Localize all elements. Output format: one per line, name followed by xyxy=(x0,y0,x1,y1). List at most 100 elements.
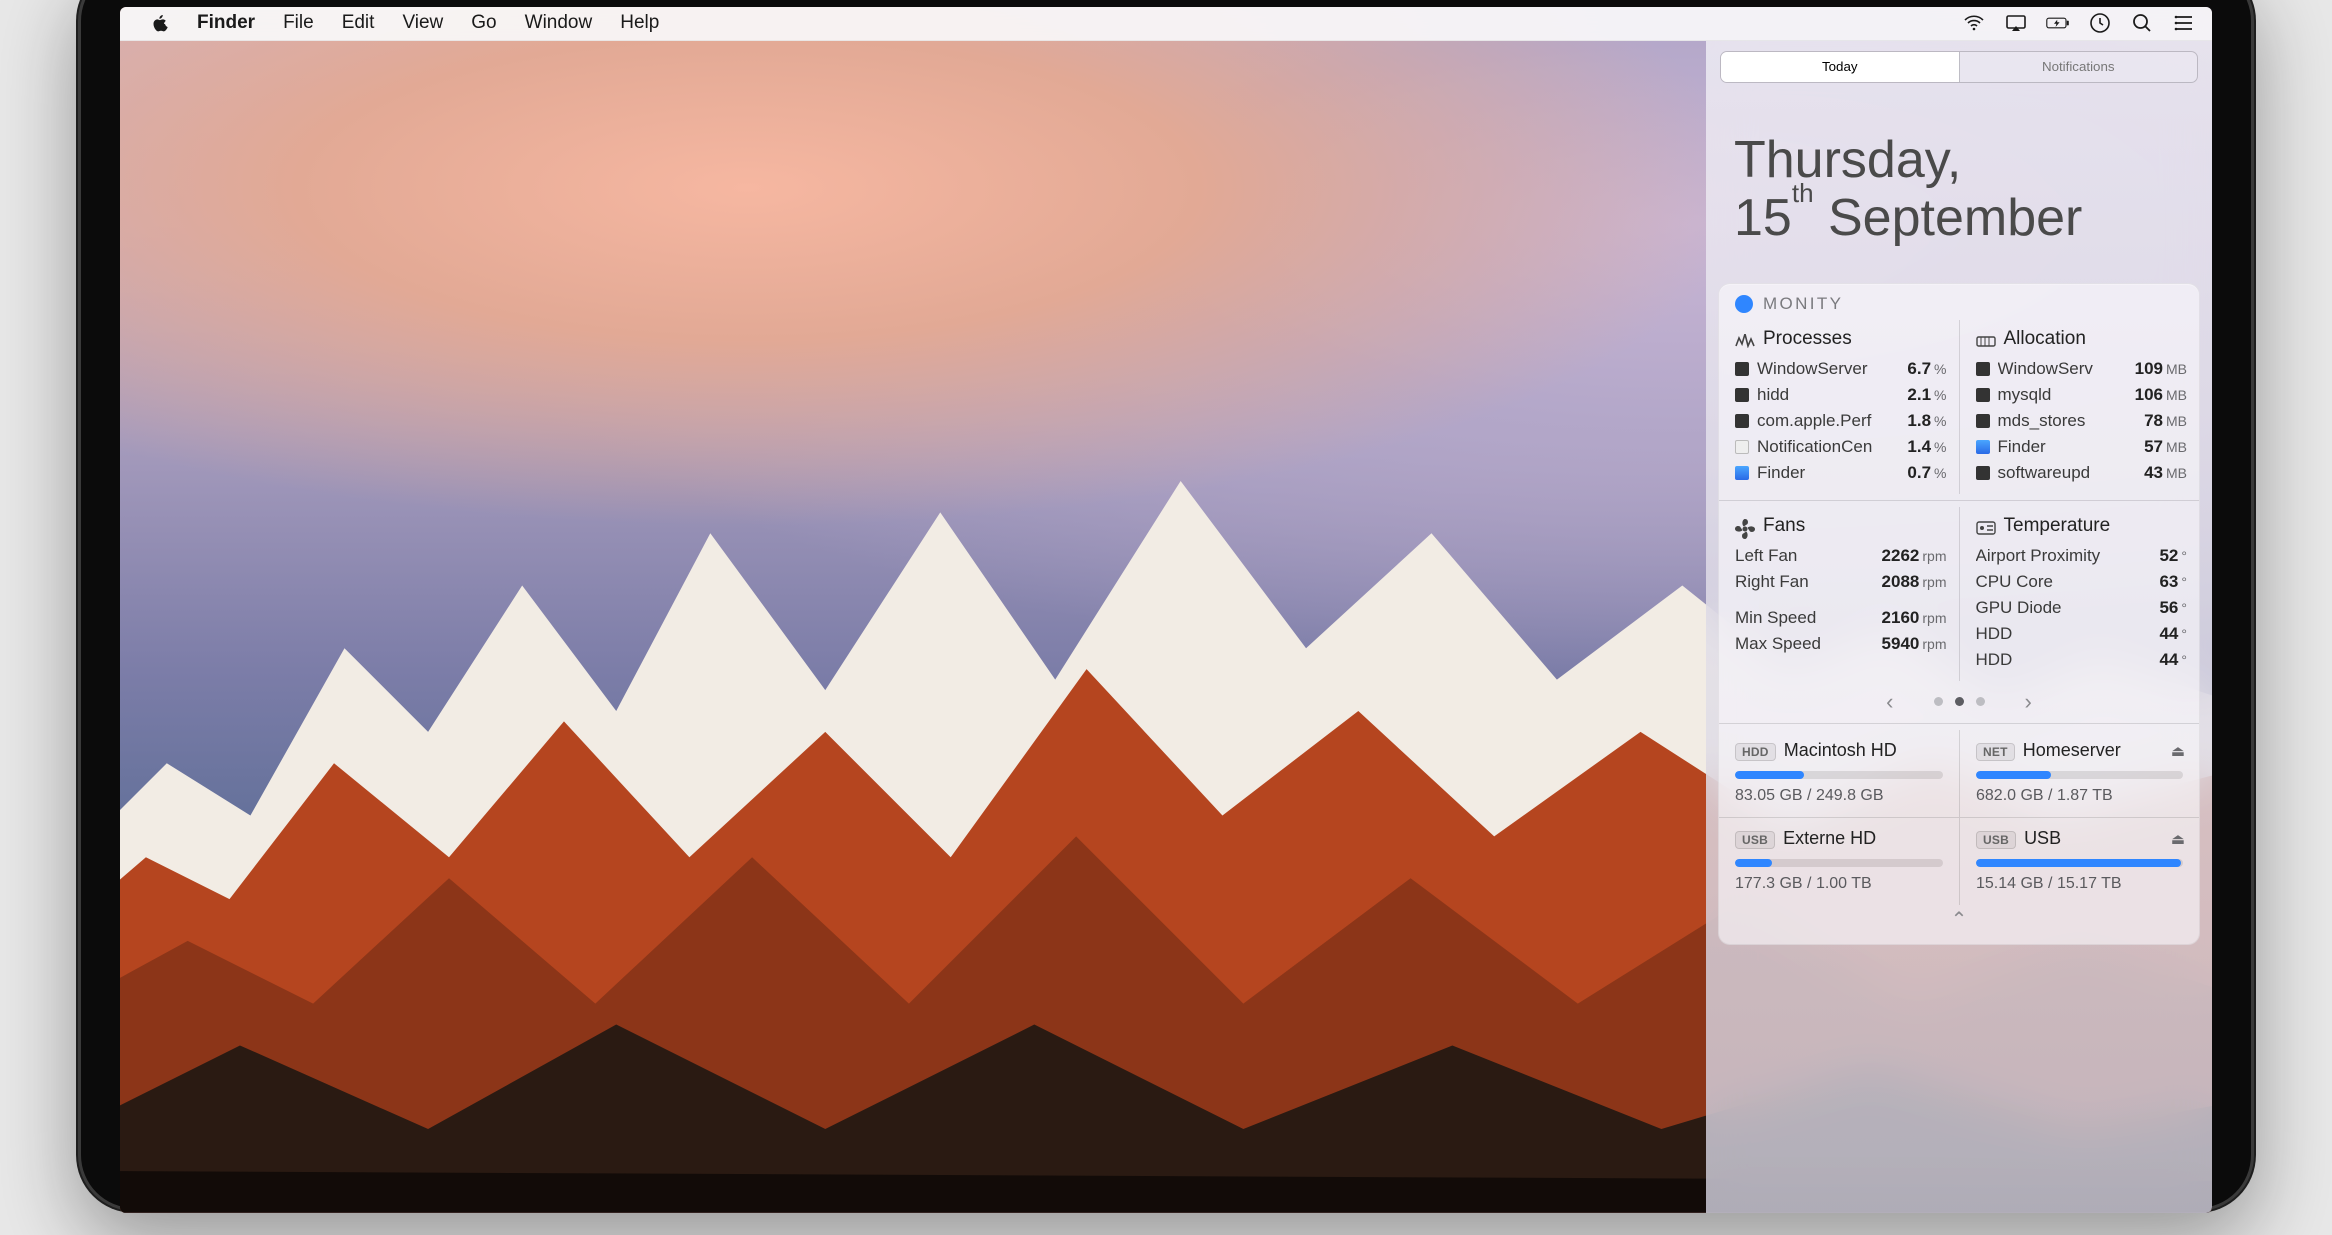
row-unit: ° xyxy=(2181,621,2187,647)
disk-size-label: 682.0 GB / 1.87 TB xyxy=(1976,787,2183,805)
processes-column: Processes WindowServer6.7%hidd2.1%com.ap… xyxy=(1719,320,1959,494)
disk-usage-bar xyxy=(1976,859,2183,867)
apple-menu-icon[interactable] xyxy=(136,14,183,33)
disk-size-label: 177.3 GB / 1.00 TB xyxy=(1735,875,1943,893)
row-value: 44 xyxy=(2159,621,2178,647)
nc-tab-today[interactable]: Today xyxy=(1721,52,1959,82)
fan-icon xyxy=(1735,519,1755,533)
wifi-icon[interactable] xyxy=(1962,11,1986,35)
disk-size-label: 15.14 GB / 15.17 TB xyxy=(1976,875,2183,893)
row-label: HDD xyxy=(1976,621,2120,647)
disk-usage-bar xyxy=(1735,859,1943,867)
allocation-row: mds_stores78MB xyxy=(1976,408,2188,434)
clock-icon[interactable] xyxy=(2088,11,2112,35)
row-unit: % xyxy=(1934,408,1946,434)
menubar-item-window[interactable]: Window xyxy=(511,12,607,33)
monity-widget: MONITY Processes WindowServer6. xyxy=(1718,283,2200,945)
spotlight-icon[interactable] xyxy=(2130,11,2154,35)
allocation-row: softwareupd 43MB xyxy=(1976,460,2188,486)
desktop: Finder FileEditViewGoWindowHelp xyxy=(120,7,2212,1213)
pager-dot[interactable] xyxy=(1976,697,1985,706)
row-label: Finder xyxy=(1757,460,1879,486)
airplay-icon[interactable] xyxy=(2004,11,2028,35)
disk-cell: NETHomeserver⏏682.0 GB / 1.87 TB xyxy=(1959,730,2199,817)
row-value: 106 xyxy=(2135,382,2163,408)
allocation-row: Finder57MB xyxy=(1976,434,2188,460)
disk-usage-bar xyxy=(1976,771,2183,779)
menubar-item-view[interactable]: View xyxy=(388,12,457,33)
process-row: NotificationCen1.4% xyxy=(1735,434,1947,460)
pager-dot[interactable] xyxy=(1934,697,1943,706)
eject-icon[interactable]: ⏏ xyxy=(2171,742,2185,760)
disk-name: Externe HD xyxy=(1783,828,1876,848)
row-label: softwareupd xyxy=(1998,460,2120,486)
process-row: hidd2.1% xyxy=(1735,382,1947,408)
pager-prev-button[interactable]: ‹ xyxy=(1886,689,1893,715)
eject-icon[interactable]: ⏏ xyxy=(2171,830,2185,848)
fan-row: Left Fan2262rpm xyxy=(1735,543,1947,569)
row-label: Min Speed xyxy=(1735,605,1876,631)
disk-cell: USBUSB⏏15.14 GB / 15.17 TB xyxy=(1959,817,2199,905)
disk-usage-bar xyxy=(1735,771,1943,779)
row-unit: % xyxy=(1934,434,1946,460)
row-unit: MB xyxy=(2166,382,2187,408)
menubar-item-file[interactable]: File xyxy=(269,12,328,33)
temperature-icon xyxy=(1976,519,1996,533)
row-unit: rpm xyxy=(1922,631,1946,657)
disk-cell: USBExterne HD177.3 GB / 1.00 TB xyxy=(1719,817,1959,905)
widget-pager: ‹ › xyxy=(1719,681,2199,717)
row-unit: MB xyxy=(2166,460,2187,486)
row-value: 57 xyxy=(2144,434,2163,460)
row-label: Airport Proximity xyxy=(1976,543,2120,569)
disk-cell: HDDMacintosh HD83.05 GB / 249.8 GB xyxy=(1719,730,1959,817)
fan-stat-row: Min Speed2160rpm xyxy=(1735,605,1947,631)
temperature-column: Temperature Airport Proximity52°CPU Core… xyxy=(1959,507,2200,681)
pager-next-button[interactable]: › xyxy=(2025,689,2032,715)
row-value: 5940 xyxy=(1882,631,1920,657)
app-swatch-icon xyxy=(1735,440,1749,454)
row-label: hidd xyxy=(1757,382,1879,408)
row-value: 52 xyxy=(2159,543,2178,569)
menubar-item-edit[interactable]: Edit xyxy=(328,12,389,33)
row-unit: rpm xyxy=(1922,605,1946,631)
disk-expander-icon[interactable]: ⌃ xyxy=(1719,905,2199,938)
process-row: com.apple.Perf1.8% xyxy=(1735,408,1947,434)
app-swatch-icon xyxy=(1976,362,1990,376)
row-value: 43 xyxy=(2144,460,2163,486)
menubar-app-name[interactable]: Finder xyxy=(183,12,269,34)
app-swatch-icon xyxy=(1735,388,1749,402)
row-label: NotificationCen xyxy=(1757,434,1879,460)
app-swatch-icon xyxy=(1976,440,1990,454)
temperature-row: Airport Proximity52° xyxy=(1976,543,2188,569)
row-value: 2262 xyxy=(1882,543,1920,569)
notification-center-icon[interactable] xyxy=(2172,11,2196,35)
row-value: 109 xyxy=(2135,356,2163,382)
nc-tab-segmented-control: Today Notifications xyxy=(1720,51,2198,83)
app-swatch-icon xyxy=(1976,466,1990,480)
row-unit: % xyxy=(1934,460,1946,486)
disk-tag: NET xyxy=(1976,743,2015,761)
row-label: mysqld xyxy=(1998,382,2120,408)
row-label: CPU Core xyxy=(1976,569,2120,595)
row-unit: rpm xyxy=(1922,569,1946,595)
row-label: Max Speed xyxy=(1735,631,1876,657)
row-unit: ° xyxy=(2181,647,2187,673)
menubar-item-go[interactable]: Go xyxy=(457,12,510,33)
row-label: GPU Diode xyxy=(1976,595,2120,621)
row-value: 2160 xyxy=(1882,605,1920,631)
row-unit: % xyxy=(1934,382,1946,408)
menubar-status-icons xyxy=(1962,11,2196,35)
row-unit: MB xyxy=(2166,408,2187,434)
menubar-item-help[interactable]: Help xyxy=(606,12,673,33)
app-swatch-icon xyxy=(1735,414,1749,428)
row-unit: ° xyxy=(2181,569,2187,595)
row-label: WindowServ xyxy=(1998,356,2120,382)
app-swatch-icon xyxy=(1735,362,1749,376)
nc-tab-notifications[interactable]: Notifications xyxy=(1959,52,2198,82)
disk-tag: HDD xyxy=(1735,743,1776,761)
allocation-icon xyxy=(1976,332,1996,346)
pager-dot[interactable] xyxy=(1955,697,1964,706)
battery-icon[interactable] xyxy=(2046,11,2070,35)
disk-name: Macintosh HD xyxy=(1784,740,1897,760)
temperature-row: HDD44° xyxy=(1976,647,2188,673)
